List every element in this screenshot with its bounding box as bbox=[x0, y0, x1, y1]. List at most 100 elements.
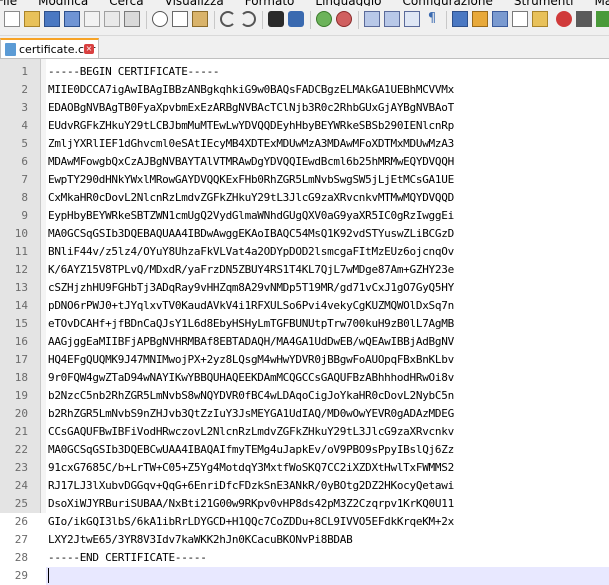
tab-bar: certificate.cer × bbox=[0, 36, 609, 59]
code-line[interactable]: GIo/ikGQI3lbS/6kA1ibRrLDYGCD+H1QQc7CoZDD… bbox=[48, 513, 454, 531]
sync-vertical-icon[interactable] bbox=[364, 11, 380, 27]
code-line[interactable]: AAGjggEaMIIBFjAPBgNVHRMBAf8EBTADAQH/MA4G… bbox=[48, 333, 454, 351]
replace-icon[interactable] bbox=[288, 11, 304, 27]
code-line[interactable]: MIIE0DCCA7igAwIBAgIBBzANBgkqhkiG9w0BAQsF… bbox=[48, 81, 454, 99]
line-number: 11 bbox=[14, 245, 28, 258]
file-icon bbox=[5, 43, 16, 56]
line-number: 24 bbox=[14, 479, 28, 492]
toolbar-separator bbox=[214, 11, 215, 29]
line-number: 23 bbox=[14, 461, 28, 474]
line-number: 12 bbox=[14, 263, 28, 276]
toolbar-separator bbox=[358, 11, 359, 29]
line-number: 25 bbox=[14, 497, 28, 510]
line-number: 2 bbox=[21, 83, 28, 96]
user-language-icon[interactable] bbox=[472, 11, 488, 27]
line-number: 7 bbox=[21, 173, 28, 186]
code-line[interactable]: EUdvRGFkZHkuY29tLCBJbmMuMTEwLwYDVQQDEyhH… bbox=[48, 117, 454, 135]
print-icon[interactable] bbox=[124, 11, 140, 27]
line-number: 21 bbox=[14, 425, 28, 438]
code-line[interactable]: cSZHjzhHU9FGHbTj3ADqRay9vHHZqm8A29vNMDp5… bbox=[48, 279, 454, 297]
toolbar-separator bbox=[446, 11, 447, 29]
code-line[interactable]: DsoXiWJYRBuriSUBAA/NxBti21G00w9RKpv0vHP8… bbox=[48, 495, 454, 513]
code-line[interactable]: BNliF44v/z5lz4/OYuY8UhzaFkVLVat4a2ODYpDO… bbox=[48, 243, 454, 261]
close-all-icon[interactable] bbox=[104, 11, 120, 27]
doc-map-icon[interactable] bbox=[492, 11, 508, 27]
code-line[interactable]: MA0GCSqGSIb3DQEBCwUAA4IBAQAIfmyTEMg4uJap… bbox=[48, 441, 454, 459]
code-line[interactable]: EypHbyBEYWRkeSBTZWN1cmUgQ2VydGlmaWNhdGUg… bbox=[48, 207, 454, 225]
toolbar-separator bbox=[310, 11, 311, 29]
code-line[interactable]: MA0GCSqGSIb3DQEBAQUAA4IBDwAwggEKAoIBAQC5… bbox=[48, 225, 454, 243]
line-number: 29 bbox=[14, 569, 28, 582]
line-number: 13 bbox=[14, 281, 28, 294]
code-line[interactable]: pDNO6rPWJ0+tJYqlxvTV0KaudAVkV4i1RFXULSo6… bbox=[48, 297, 454, 315]
copy-icon[interactable] bbox=[172, 11, 188, 27]
zoom-in-icon[interactable] bbox=[316, 11, 332, 27]
find-icon[interactable] bbox=[268, 11, 284, 27]
code-line[interactable]: eTOvDCAHf+jfBDnCaQJsY1L6d8EbyHSHyLmTGFBU… bbox=[48, 315, 454, 333]
sync-horizontal-icon[interactable] bbox=[384, 11, 400, 27]
toolbar-separator bbox=[146, 11, 147, 29]
text-editor[interactable]: 1 2 3 4 5 6 7 8 9 10 11 12 13 14 15 16 17 18 19 20 21 22 23 24 2… bbox=[0, 59, 609, 585]
code-line[interactable]: HQ4EFgQUQMK9J47MNIMwojPX+2yz8LQsgM4wHwYD… bbox=[48, 351, 454, 369]
fold-margin[interactable] bbox=[41, 59, 46, 513]
new-file-icon[interactable] bbox=[4, 11, 20, 27]
line-number: 27 bbox=[14, 533, 28, 546]
close-file-icon[interactable] bbox=[84, 11, 100, 27]
text-caret bbox=[48, 568, 49, 583]
indent-guide-icon[interactable] bbox=[452, 11, 468, 27]
code-line[interactable]: LXY2JtwE65/3YR8V3Idv7kaWKK2hJn0KCacuBKON… bbox=[48, 531, 353, 549]
show-all-chars-icon[interactable]: ¶ bbox=[424, 11, 440, 27]
code-line[interactable]: 9r0FQW4gwZTaD94wNAYIKwYBBQUHAQEEKDAmMCQG… bbox=[48, 369, 454, 387]
line-number: 3 bbox=[21, 101, 28, 114]
code-line[interactable]: RJ17LJ3lXubvDGGqv+QqG+6EnriDfcFDzkSnE3AN… bbox=[48, 477, 454, 495]
code-line[interactable]: EDAOBgNVBAgTB0FyaXpvbmExEzARBgNVBAcTClNj… bbox=[48, 99, 454, 117]
save-all-icon[interactable] bbox=[64, 11, 80, 27]
code-line[interactable]: -----BEGIN CERTIFICATE----- bbox=[48, 63, 220, 81]
undo-icon[interactable] bbox=[220, 11, 236, 27]
code-line[interactable]: K/6AYZ15V8TPLvQ/MDxdR/yaFrzDN5ZBUY4RS1T4… bbox=[48, 261, 454, 279]
play-macro-icon[interactable] bbox=[596, 11, 609, 27]
line-number: 14 bbox=[14, 299, 28, 312]
line-number: 6 bbox=[21, 155, 28, 168]
line-number: 16 bbox=[14, 335, 28, 348]
line-number: 17 bbox=[14, 353, 28, 366]
code-line[interactable]: CxMkaHR0cDovL2NlcnRzLmdvZGFkZHkuY29tL3Jl… bbox=[48, 189, 454, 207]
line-number-gutter: 1 2 3 4 5 6 7 8 9 10 11 12 13 14 15 16 17 18 19 20 21 22 23 24 2… bbox=[0, 59, 41, 582]
code-line[interactable]: MDAwMFowgbQxCzAJBgNVBAYTAlVTMRAwDgYDVQQI… bbox=[48, 153, 454, 171]
word-wrap-icon[interactable] bbox=[404, 11, 420, 27]
tab-certificate[interactable]: certificate.cer × bbox=[0, 38, 99, 58]
save-icon[interactable] bbox=[44, 11, 60, 27]
line-number: 26 bbox=[14, 515, 28, 528]
line-number: 4 bbox=[21, 119, 28, 132]
line-number: 20 bbox=[14, 407, 28, 420]
code-line[interactable]: ZmljYXRlIEF1dGhvcml0eSAtIEcyMB4XDTExMDUw… bbox=[48, 135, 454, 153]
line-number: 22 bbox=[14, 443, 28, 456]
toolbar-separator bbox=[262, 11, 263, 29]
line-number: 19 bbox=[14, 389, 28, 402]
cut-icon[interactable] bbox=[152, 11, 168, 27]
open-file-icon[interactable] bbox=[24, 11, 40, 27]
line-number: 1 bbox=[21, 65, 28, 78]
line-number: 28 bbox=[14, 551, 28, 564]
code-line[interactable]: b2RhZGR5LmNvbS9nZHJvb3QtZzIuY3JsMEYGA1Ud… bbox=[48, 405, 454, 423]
toolbar: ¶ bbox=[0, 6, 609, 36]
zoom-out-icon[interactable] bbox=[336, 11, 352, 27]
current-line-highlight bbox=[46, 567, 609, 585]
line-number: 15 bbox=[14, 317, 28, 330]
paste-icon[interactable] bbox=[192, 11, 208, 27]
stop-macro-icon[interactable] bbox=[576, 11, 592, 27]
code-line[interactable]: EwpTY290dHNkYWxlMRowGAYDVQQKExFHb0RhZGR5… bbox=[48, 171, 454, 189]
line-number: 10 bbox=[14, 227, 28, 240]
redo-icon[interactable] bbox=[240, 11, 256, 27]
record-macro-icon[interactable] bbox=[556, 11, 572, 27]
function-list-icon[interactable] bbox=[512, 11, 528, 27]
close-icon[interactable]: × bbox=[84, 44, 94, 54]
code-line[interactable]: 91cxG7685C/b+LrTW+C05+Z5Yg4MotdqY3MxtfWo… bbox=[48, 459, 454, 477]
folder-workspace-icon[interactable] bbox=[532, 11, 548, 27]
code-line[interactable]: b2NzcC5nb2RhZGR5LmNvbS8wNQYDVR0fBC4wLDAq… bbox=[48, 387, 454, 405]
code-line[interactable]: CCsGAQUFBwIBFiVodHRwczovL2NlcnRzLmdvZGFk… bbox=[48, 423, 454, 441]
code-line[interactable]: -----END CERTIFICATE----- bbox=[48, 549, 207, 567]
line-number: 9 bbox=[21, 209, 28, 222]
line-number: 18 bbox=[14, 371, 28, 384]
line-number: 8 bbox=[21, 191, 28, 204]
